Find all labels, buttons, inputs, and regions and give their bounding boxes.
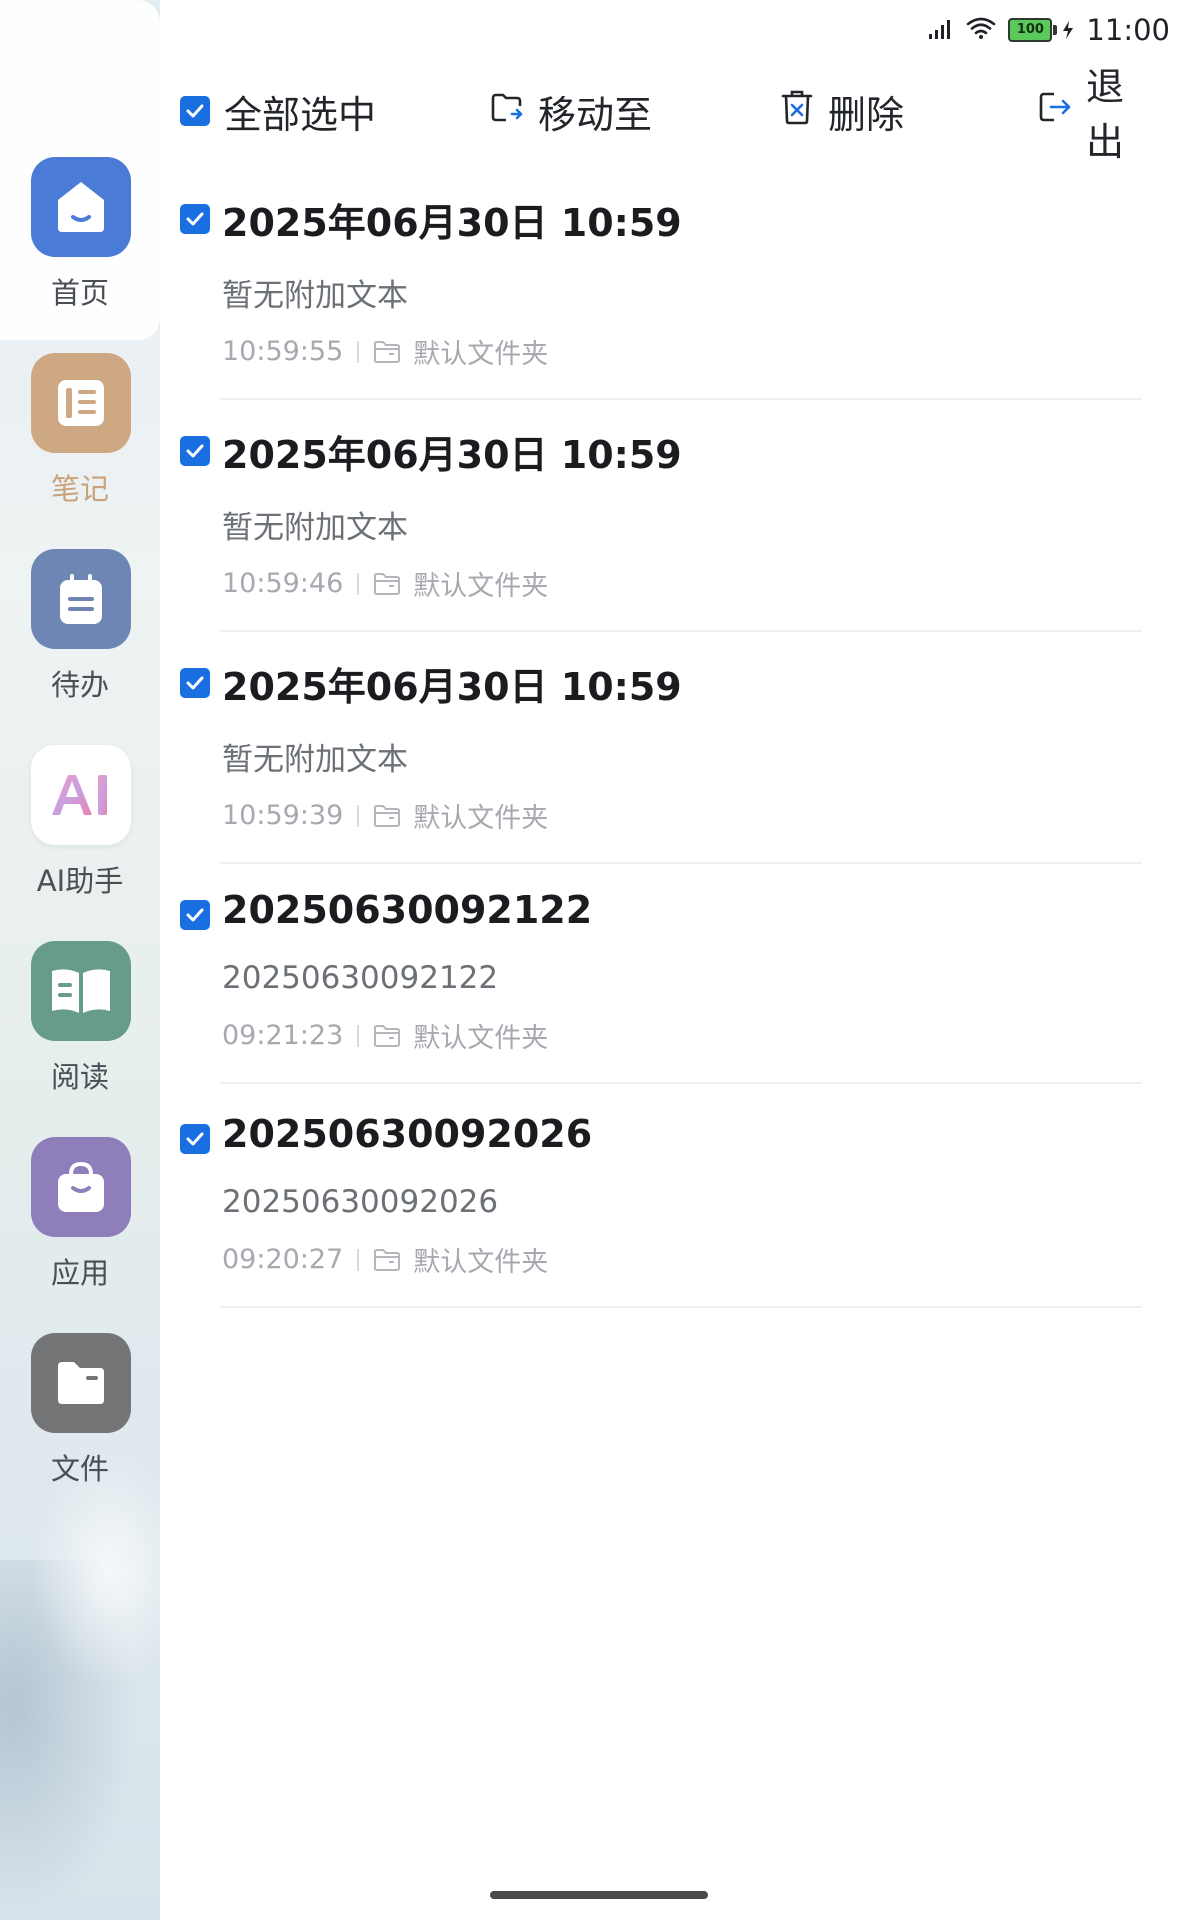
sidebar-item-label: 文件: [50, 1452, 109, 1486]
clock: 11:00: [1086, 13, 1170, 47]
note-summary: 暂无附加文本: [222, 742, 408, 778]
note-title: 20250630092122: [222, 888, 593, 932]
sidebar-item-notes[interactable]: 笔记: [0, 353, 160, 549]
exit-label: 退出: [1086, 65, 1125, 164]
home-icon: [31, 157, 131, 257]
folder-icon: [31, 1333, 131, 1433]
ai-icon: [31, 745, 131, 845]
note-title: 2025年06月30日 10:59: [222, 433, 682, 477]
checkbox-checked-icon[interactable]: [180, 668, 210, 698]
sidebar-item-ai-assistant[interactable]: AI助手: [0, 745, 160, 941]
battery-indicator: 100: [1008, 18, 1058, 42]
checkbox-checked-icon[interactable]: [180, 436, 210, 466]
folder-outline-icon: [373, 340, 401, 364]
trash-icon: [780, 89, 814, 134]
folder-outline-icon: [373, 804, 401, 828]
meta-separator: [357, 1024, 360, 1047]
note-folder: 默认文件夹: [413, 1247, 549, 1278]
note-time: 09:20:27: [222, 1244, 344, 1275]
select-all-label: 全部选中: [224, 92, 377, 137]
exit-button[interactable]: 退出: [1038, 65, 1160, 164]
note-meta: 09:21:23 默认文件夹: [222, 1016, 548, 1055]
note-meta: 09:20:27 默认文件夹: [222, 1240, 548, 1279]
note-title: 2025年06月30日 10:59: [222, 665, 682, 709]
meta-separator: [357, 340, 360, 363]
home-indicator[interactable]: [490, 1891, 708, 1899]
notebook-icon: [31, 353, 131, 453]
divider: [220, 862, 1142, 864]
checkbox-checked-icon[interactable]: [180, 900, 210, 930]
sidebar-item-files[interactable]: 文件: [0, 1333, 160, 1529]
selection-toolbar: 全部选中 移动至 删除 退出: [176, 65, 1160, 164]
folder-outline-icon: [373, 572, 401, 596]
todo-icon: [31, 549, 131, 649]
move-folder-icon: [490, 89, 524, 133]
note-folder: 默认文件夹: [413, 339, 549, 370]
meta-separator: [357, 572, 360, 595]
sidebar-item-label: AI助手: [36, 864, 124, 898]
meta-separator: [357, 1248, 360, 1271]
note-meta: 10:59:55 默认文件夹: [222, 332, 548, 371]
note-meta: 10:59:39 默认文件夹: [222, 796, 548, 835]
sidebar-item-label: 笔记: [50, 472, 109, 506]
divider: [220, 398, 1142, 400]
delete-button[interactable]: 删除: [780, 80, 904, 142]
checkbox-checked-icon[interactable]: [180, 1124, 210, 1154]
note-title: 2025年06月30日 10:59: [222, 201, 682, 245]
checkbox-checked-icon: [180, 96, 210, 126]
charging-icon: [1062, 13, 1074, 47]
checkbox-checked-icon[interactable]: [180, 204, 210, 234]
sidebar: 首页 笔记 待办 AI助手 阅读 应用 文件: [0, 0, 160, 1920]
note-meta: 10:59:46 默认文件夹: [222, 564, 548, 603]
exit-icon: [1038, 89, 1072, 133]
note-time: 10:59:55: [222, 336, 344, 367]
signal-icon: [928, 13, 954, 47]
book-icon: [31, 941, 131, 1041]
folder-outline-icon: [373, 1248, 401, 1272]
move-to-label: 移动至: [538, 92, 653, 137]
folder-outline-icon: [373, 1024, 401, 1048]
sidebar-item-reading[interactable]: 阅读: [0, 941, 160, 1137]
note-summary: 20250630092122: [222, 960, 499, 996]
note-time: 10:59:39: [222, 800, 344, 831]
sidebar-item-label: 首页: [50, 276, 109, 310]
note-time: 10:59:46: [222, 568, 344, 599]
note-folder: 默认文件夹: [413, 803, 549, 834]
note-summary: 暂无附加文本: [222, 278, 408, 314]
sidebar-item-todo[interactable]: 待办: [0, 549, 160, 745]
status-bar: 100 11:00: [928, 10, 1170, 50]
sidebar-item-home[interactable]: 首页: [0, 0, 160, 340]
delete-label: 删除: [828, 92, 905, 137]
meta-separator: [357, 804, 360, 827]
sidebar-item-label: 应用: [50, 1256, 109, 1290]
note-time: 09:21:23: [222, 1020, 344, 1051]
wifi-icon: [966, 13, 996, 47]
divider: [220, 1306, 1142, 1308]
move-to-button[interactable]: 移动至: [490, 80, 652, 142]
note-folder: 默认文件夹: [413, 1023, 549, 1054]
notes-multiselect-screen: 首页 笔记 待办 AI助手 阅读 应用 文件 100 11:00 全部选中 移动…: [0, 0, 1200, 1920]
note-summary: 暂无附加文本: [222, 510, 408, 546]
divider: [220, 630, 1142, 632]
bag-icon: [31, 1137, 131, 1237]
sidebar-item-label: 阅读: [50, 1060, 109, 1094]
note-folder: 默认文件夹: [413, 571, 549, 602]
divider: [220, 1082, 1142, 1084]
sidebar-item-apps[interactable]: 应用: [0, 1137, 160, 1333]
note-summary: 20250630092026: [222, 1184, 499, 1220]
select-all-button[interactable]: 全部选中: [180, 80, 376, 142]
note-title: 20250630092026: [222, 1112, 593, 1156]
sidebar-item-label: 待办: [50, 668, 109, 702]
